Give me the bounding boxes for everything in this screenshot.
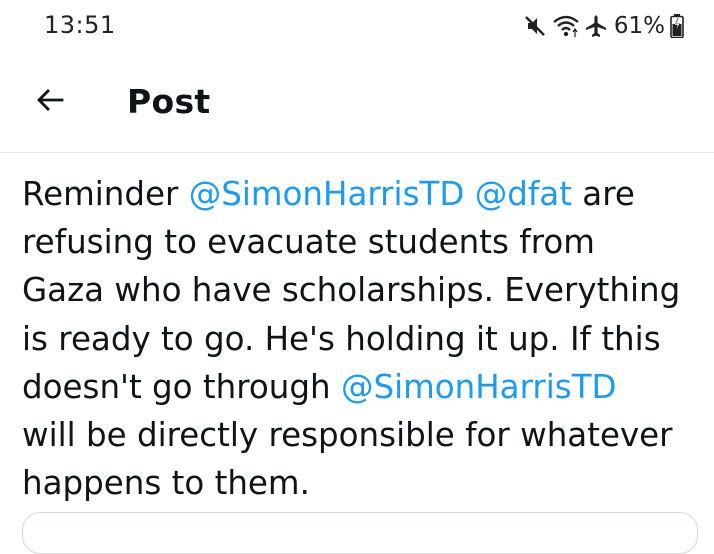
tweet-text-segment: are xyxy=(571,175,635,213)
tweet-line: refusing to evacuate students from xyxy=(22,218,702,266)
airplane-mode-icon xyxy=(584,13,608,39)
embedded-card[interactable] xyxy=(22,512,698,554)
battery-icon xyxy=(670,14,684,38)
page-title: Post xyxy=(127,82,211,121)
tweet-line: Reminder @SimonHarrisTD @dfat are xyxy=(22,170,702,218)
battery-percent: 61% xyxy=(613,13,665,39)
mention-link[interactable]: @dfat xyxy=(475,175,572,213)
tweet-text-segment xyxy=(464,175,474,213)
arrow-left-icon xyxy=(35,87,65,117)
tweet-text: Reminder @SimonHarrisTD @dfat are refusin… xyxy=(22,170,702,507)
status-icons: 61% xyxy=(522,10,684,42)
tweet-text-segment: doesn't go through xyxy=(22,367,341,406)
tweet-text-segment: is ready to go. He's holding it up. If t… xyxy=(22,319,661,358)
mute-icon xyxy=(522,13,548,39)
tweet-text-segment: refusing to evacuate students from xyxy=(22,223,595,262)
mention-link[interactable]: @SimonHarrisTD xyxy=(341,368,617,406)
tweet-text-segment: happens to them. xyxy=(22,464,310,503)
status-bar: 13:51 61% xyxy=(0,0,714,56)
tweet-line: doesn't go through @SimonHarrisTD xyxy=(22,363,702,411)
tweet-line: will be directly responsible for whateve… xyxy=(22,411,702,459)
tweet-line: Gaza who have scholarships. Everything xyxy=(22,266,702,314)
status-time: 13:51 xyxy=(44,11,116,39)
tweet-line: happens to them. xyxy=(22,459,702,507)
mention-link[interactable]: @SimonHarrisTD xyxy=(189,175,465,213)
post-header: Post xyxy=(0,56,714,153)
wifi-icon xyxy=(552,13,580,39)
tweet-text-segment: Reminder xyxy=(22,175,189,213)
tweet-text-segment: Gaza who have scholarships. Everything xyxy=(22,271,681,310)
tweet-text-segment: will be directly responsible for whateve… xyxy=(22,415,673,454)
tweet-line: is ready to go. He's holding it up. If t… xyxy=(22,315,702,363)
back-button[interactable] xyxy=(28,80,72,124)
